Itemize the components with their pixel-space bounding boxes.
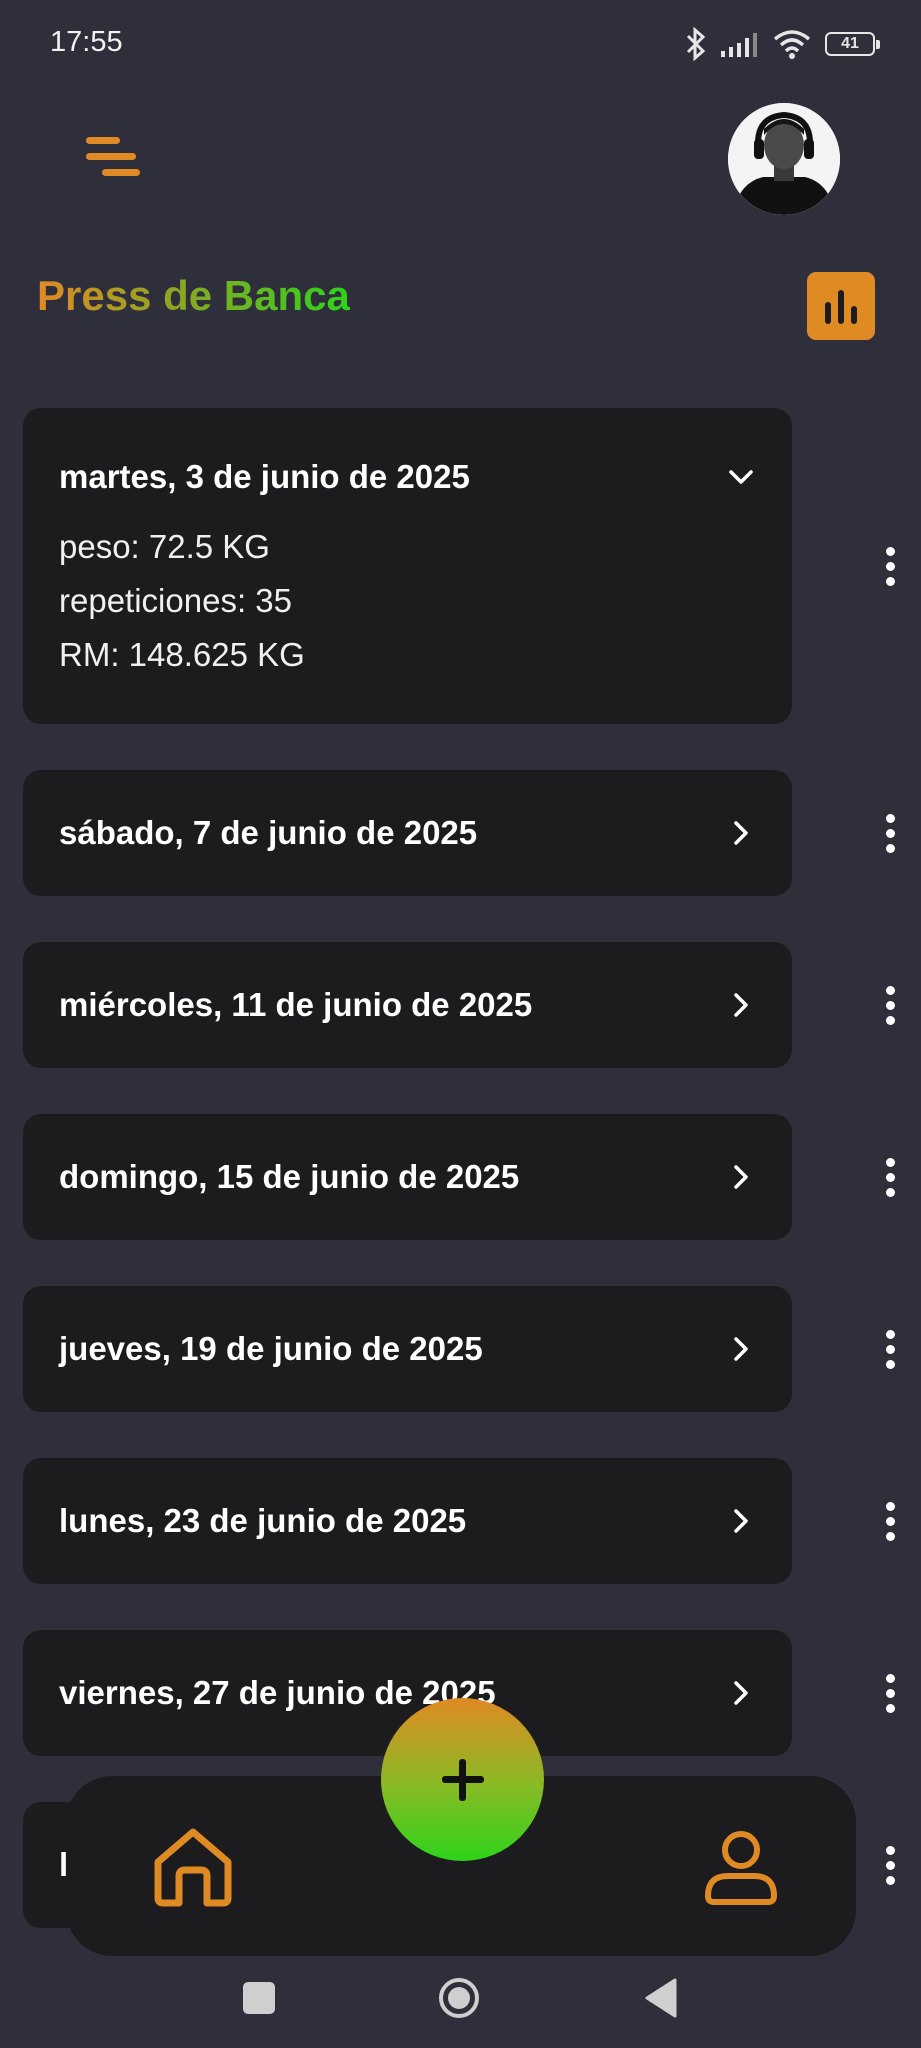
more-options-button[interactable] (870, 975, 910, 1035)
session-date: sábado, 7 de junio de 2025 (59, 814, 478, 851)
more-options-button[interactable] (870, 1147, 910, 1207)
more-options-button[interactable] (870, 1319, 910, 1379)
chevron-right-icon (734, 993, 748, 1017)
more-options-button[interactable] (870, 536, 910, 596)
battery-level: 41 (841, 35, 859, 52)
page-title: Press de Banca (37, 272, 350, 319)
chevron-down-icon[interactable] (726, 462, 756, 492)
session-weight: peso: 72.5 KG (59, 528, 270, 565)
session-date: jueves, 19 de junio de 2025 (59, 1330, 483, 1367)
session-card[interactable]: lunes, 23 de junio de 2025 (23, 1458, 792, 1584)
person-icon (705, 1831, 777, 1905)
more-options-button[interactable] (870, 1491, 910, 1551)
nav-home-button[interactable] (150, 1826, 236, 1908)
session-rm: RM: 148.625 KG (59, 636, 305, 673)
session-date: domingo, 15 de junio de 2025 (59, 1158, 520, 1195)
chevron-right-icon (734, 1681, 748, 1705)
menu-icon (86, 137, 140, 176)
stats-button[interactable] (807, 272, 875, 340)
more-options-button[interactable] (870, 1835, 910, 1895)
back-triangle-icon[interactable] (643, 1977, 677, 2019)
session-card[interactable]: miércoles, 11 de junio de 2025 (23, 942, 792, 1068)
menu-button[interactable] (84, 134, 144, 184)
plus-icon (441, 1758, 484, 1801)
battery-icon: 41 (825, 32, 880, 56)
session-card-expanded[interactable]: martes, 3 de junio de 2025 peso: 72.5 KG… (23, 408, 792, 724)
session-card[interactable]: domingo, 15 de junio de 2025 (23, 1114, 792, 1240)
wifi-icon (773, 30, 811, 59)
chevron-right-icon (734, 1337, 748, 1361)
session-card[interactable]: sábado, 7 de junio de 2025 (23, 770, 792, 896)
status-icons: 41 (685, 24, 880, 64)
recents-square-icon[interactable] (243, 1982, 275, 2014)
session-reps: repeticiones: 35 (59, 582, 292, 619)
session-date: miércoles, 11 de junio de 2025 (59, 986, 533, 1023)
more-options-button[interactable] (870, 1663, 910, 1723)
profile-avatar[interactable] (728, 103, 840, 215)
home-circle-icon[interactable] (437, 1976, 481, 2020)
session-card[interactable]: jueves, 19 de junio de 2025 (23, 1286, 792, 1412)
chevron-right-icon (734, 1509, 748, 1533)
home-icon (154, 1828, 232, 1907)
avatar-photo (728, 103, 840, 215)
bluetooth-icon (686, 27, 706, 61)
nav-profile-button[interactable] (700, 1826, 782, 1908)
bar-chart-icon (825, 290, 857, 324)
chevron-right-icon (734, 1165, 748, 1189)
chevron-right-icon (734, 821, 748, 845)
more-options-button[interactable] (870, 803, 910, 863)
session-date: lunes, 23 de junio de 2025 (59, 1502, 467, 1539)
session-date: martes, 3 de junio de 2025 (59, 458, 470, 495)
signal-icon (721, 33, 757, 57)
add-session-button[interactable] (381, 1698, 544, 1861)
status-time: 17:55 (50, 26, 123, 58)
